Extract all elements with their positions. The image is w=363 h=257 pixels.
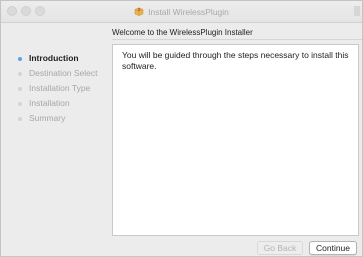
step-label: Installation Type (29, 83, 91, 93)
step-bullet-icon (18, 117, 22, 121)
step-label: Installation (29, 98, 70, 108)
content-pane: You will be guided through the steps nec… (112, 44, 359, 236)
step-bullet-icon (18, 87, 22, 91)
step-bullet-icon (18, 72, 22, 76)
header-divider (112, 39, 362, 40)
continue-button[interactable]: Continue (309, 241, 357, 255)
step-installation: Installation (1, 98, 109, 113)
step-label: Summary (29, 113, 66, 123)
intro-text: You will be guided through the steps nec… (122, 50, 349, 71)
go-back-button[interactable]: Go Back (257, 241, 303, 255)
title-bar: Install WirelessPlugin (1, 1, 362, 23)
step-label: Introduction (29, 53, 79, 63)
window-title: Install WirelessPlugin (148, 6, 229, 17)
step-label: Destination Select (29, 68, 98, 78)
titlebar-corner-mark (354, 6, 360, 16)
installer-header: Welcome to the WirelessPlugin Installer (112, 28, 253, 37)
installer-window: Install WirelessPlugin Welcome to the Wi… (0, 0, 363, 257)
step-bullet-icon (18, 102, 22, 106)
step-destination-select: Destination Select (1, 68, 109, 83)
step-bullet-icon (18, 57, 22, 61)
step-summary: Summary (1, 113, 109, 128)
steps-sidebar: Introduction Destination Select Installa… (1, 53, 109, 128)
step-installation-type: Installation Type (1, 83, 109, 98)
step-introduction: Introduction (1, 53, 109, 68)
window-title-group: Install WirelessPlugin (1, 1, 362, 22)
package-icon (134, 7, 144, 16)
